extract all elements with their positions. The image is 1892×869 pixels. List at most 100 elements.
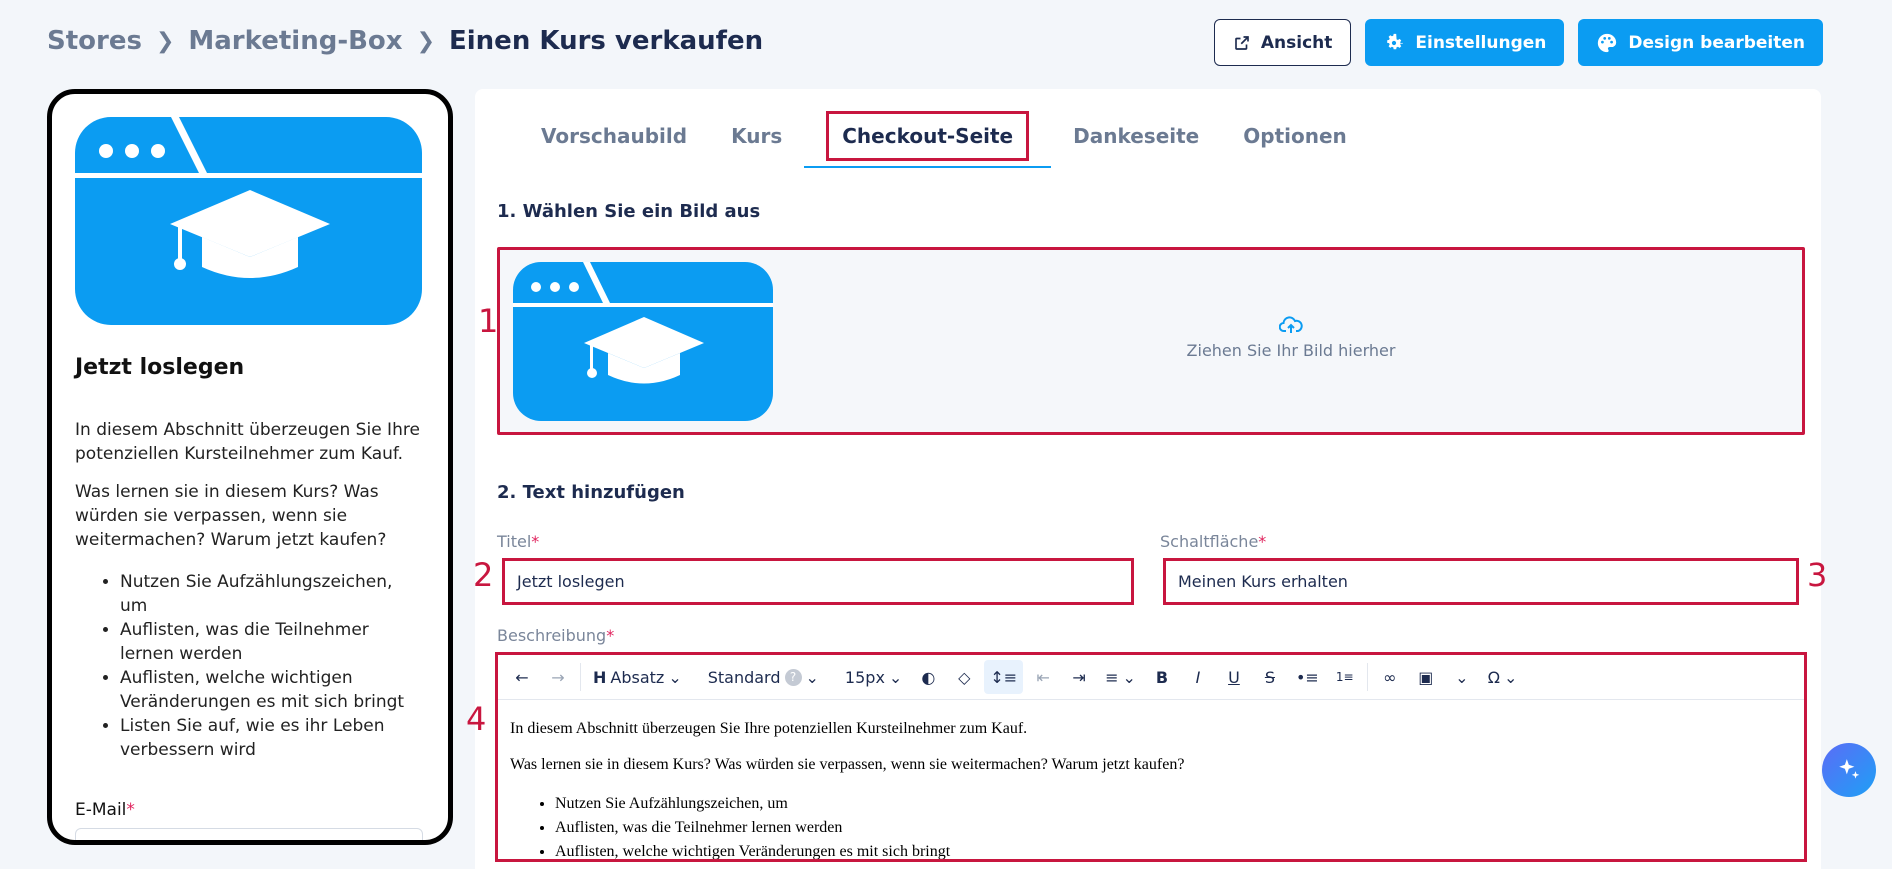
underline-button[interactable]: U [1218,660,1250,694]
button-text-field[interactable]: Meinen Kurs erhalten [1163,558,1799,605]
breadcrumb-stores[interactable]: Stores [47,26,142,56]
underline-icon: U [1228,667,1240,687]
palette-icon: ◐ [921,667,936,687]
chevron-down-icon: ⌄ [805,667,819,687]
graduation-cap-icon [513,262,773,421]
description-label: Beschreibung* [497,626,615,645]
tab-options[interactable]: Optionen [1221,111,1369,168]
heading-icon: H [593,667,607,687]
list-item: Nutzen Sie Aufzählungszeichen, um [555,792,1792,816]
italic-button[interactable]: I [1182,660,1214,694]
annotation-marker-1: 1 [478,302,499,340]
chevron-down-icon: ⌄ [668,667,682,687]
list-item: Listen Sie auf, wie es ihr Leben verbess… [120,714,425,762]
omega-icon: Ω [1487,667,1501,687]
text-color-button[interactable]: ◐ [912,660,944,694]
view-button-label: Ansicht [1260,32,1333,53]
strikethrough-icon: S [1264,667,1276,687]
chevron-down-icon: ⌄ [1122,667,1136,687]
mobile-preview: Jetzt loslegen In diesem Abschnitt überz… [47,89,453,845]
list-item: Auflisten, welche wichtigen Veränderunge… [555,840,1792,859]
annotation-marker-4: 4 [466,700,487,738]
toolbar-divider [1366,663,1368,691]
list-item: Nutzen Sie Aufzählungszeichen, um [120,570,425,618]
bold-button[interactable]: B [1146,660,1178,694]
numbered-list-button[interactable]: 1≡ [1329,660,1361,694]
help-icon: ? [784,668,802,686]
email-label: E-Mail* [75,800,135,820]
italic-icon: I [1195,667,1201,687]
title-label: Titel* [497,532,540,551]
preview-bullet-list: Nutzen Sie Aufzählungszeichen, um Auflis… [75,570,425,762]
tab-checkout-page[interactable]: Checkout-Seite [804,111,1052,168]
section-title-text: 2. Text hinzufügen [497,482,685,503]
palette-icon [1598,33,1617,52]
special-character-button[interactable]: Ω ⌄ [1482,660,1524,694]
editor-bullet-list: Nutzen Sie Aufzählungszeichen, um Auflis… [510,792,1792,859]
outdent-button[interactable]: ⇤ [1027,660,1059,694]
section-title-image: 1. Wählen Sie ein Bild aus [497,201,761,222]
style-select[interactable]: Standard? ⌄ [702,660,825,694]
button-text-label: Schaltfläche* [1160,532,1267,551]
fill-bucket-icon: ◇ [958,667,971,687]
chevron-right-icon: ❯ [155,28,175,54]
line-height-button[interactable]: ↕≡ [984,660,1024,694]
annotation-marker-2: 2 [473,556,494,594]
page-title: Einen Kurs verkaufen [449,26,764,56]
heading-select[interactable]: H Absatz ⌄ [587,660,688,694]
arrow-right-icon: → [551,667,565,687]
view-button[interactable]: Ansicht [1213,19,1352,66]
more-insert-button[interactable]: ⌄ [1446,660,1478,694]
list-item: Auflisten, was die Teilnehmer lernen wer… [120,618,425,666]
top-actions: Ansicht Einstellungen Design bearbeiten [1213,19,1823,66]
preview-title: Jetzt loslegen [75,355,245,380]
tab-thumbnail[interactable]: Vorschaubild [519,111,709,168]
highlight-button[interactable]: ◇ [948,660,980,694]
image-button[interactable]: ▣ [1410,660,1442,694]
title-field[interactable]: Jetzt loslegen [502,558,1134,605]
breadcrumb-marketing-box[interactable]: Marketing-Box [188,26,402,56]
dropzone-text: Ziehen Sie Ihr Bild hierher [1186,341,1396,360]
outdent-icon: ⇤ [1036,667,1050,687]
external-link-icon [1235,35,1249,50]
tab-bar: Vorschaubild Kurs Checkout-Seite Dankese… [519,111,1369,168]
graduation-cap-icon [75,117,422,325]
indent-icon: ⇥ [1072,667,1086,687]
arrow-left-icon: ← [515,667,529,687]
description-editor: ← → H Absatz ⌄ Standard? ⌄ 15px ⌄ ◐ ◇ ↕≡ ⇤ ⇥… [495,652,1807,862]
image-dropzone[interactable]: Ziehen Sie Ihr Bild hierher [497,247,1805,435]
tab-thank-you-page[interactable]: Dankeseite [1051,111,1221,168]
editor-paragraph: In diesem Abschnitt überzeugen Sie Ihre … [510,720,1028,737]
chevron-down-icon: ⌄ [1455,667,1469,687]
image-icon: ▣ [1418,667,1434,687]
list-item: Auflisten, was die Teilnehmer lernen wer… [555,816,1792,840]
preview-paragraph: In diesem Abschnitt überzeugen Sie Ihre … [75,420,420,464]
link-button[interactable]: ∞ [1374,660,1406,694]
ai-assistant-button[interactable] [1822,743,1876,797]
ai-sparkle-icon [1839,759,1860,779]
undo-button[interactable]: ← [506,660,538,694]
line-height-icon: ↕≡ [990,667,1018,687]
bold-icon: B [1155,667,1169,687]
tab-course[interactable]: Kurs [709,111,804,168]
settings-button-label: Einstellungen [1415,32,1547,53]
redo-button[interactable]: → [542,660,574,694]
bullet-list-icon: •≡ [1295,667,1319,687]
align-select[interactable]: ≡ ⌄ [1099,660,1142,694]
chevron-down-icon: ⌄ [1504,667,1518,687]
page-scrollbar[interactable] [1886,0,1892,869]
checkout-editor-panel: Vorschaubild Kurs Checkout-Seite Dankese… [475,89,1821,869]
email-field[interactable] [75,828,423,840]
bullet-list-button[interactable]: •≡ [1290,660,1325,694]
settings-button[interactable]: Einstellungen [1365,19,1565,66]
font-size-select[interactable]: 15px ⌄ [839,660,908,694]
editor-content[interactable]: In diesem Abschnitt überzeugen Sie Ihre … [498,700,1804,859]
chevron-down-icon: ⌄ [888,667,903,687]
editor-toolbar: ← → H Absatz ⌄ Standard? ⌄ 15px ⌄ ◐ ◇ ↕≡ ⇤ ⇥… [498,655,1804,700]
gear-icon [1387,33,1404,49]
edit-design-button-label: Design bearbeiten [1628,32,1805,53]
indent-button[interactable]: ⇥ [1063,660,1095,694]
strikethrough-button[interactable]: S [1254,660,1286,694]
chevron-right-icon: ❯ [416,28,435,54]
edit-design-button[interactable]: Design bearbeiten [1578,19,1823,66]
